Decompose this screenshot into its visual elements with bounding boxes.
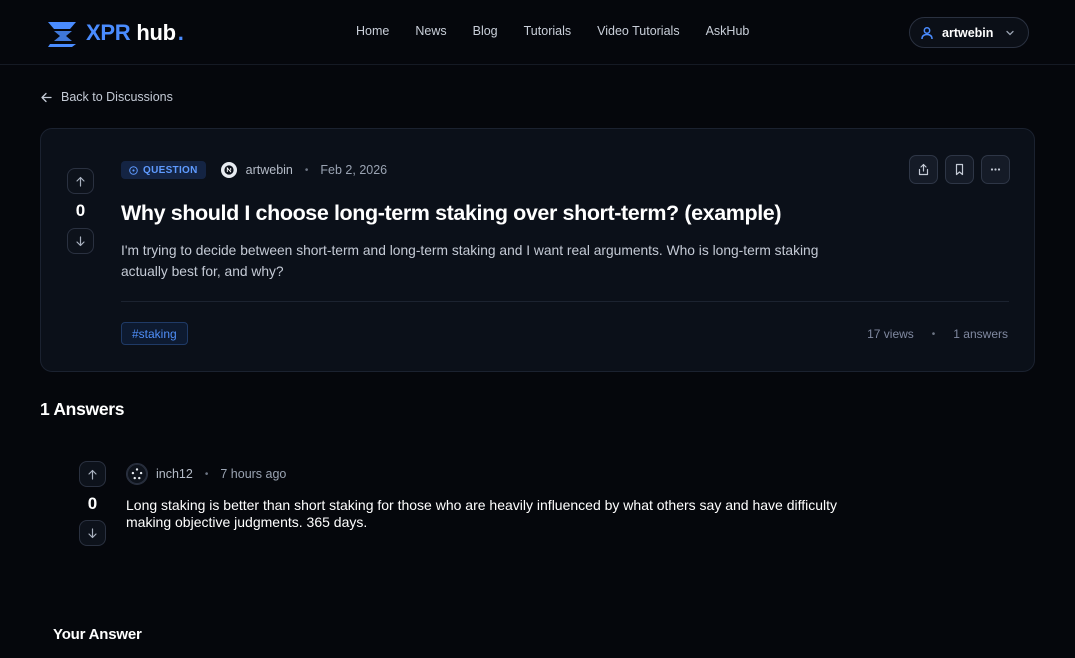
answer-body: Long staking is better than short stakin… — [126, 497, 838, 530]
question-vote-count: 0 — [75, 201, 86, 220]
back-link-label: Back to Discussions — [61, 90, 173, 104]
separator-dot: • — [304, 164, 309, 176]
more-options-button[interactable] — [981, 155, 1010, 184]
question-body: I'm trying to decide between short-term … — [121, 243, 819, 279]
nav-video-tutorials[interactable]: Video Tutorials — [597, 24, 679, 38]
nav-blog[interactable]: Blog — [473, 24, 498, 38]
question-author[interactable]: artwebin — [246, 163, 293, 177]
question-badge: QUESTION — [121, 161, 206, 179]
question-badge-label: QUESTION — [143, 164, 198, 176]
tag-staking[interactable]: #staking — [121, 322, 188, 345]
answer-upvote-button[interactable] — [79, 461, 106, 487]
logo-xpr: XPR — [86, 20, 131, 45]
question-meta: QUESTION artwebin • Feb 2, 2026 — [121, 161, 387, 179]
question-card: 0 QUESTION artwebin • Feb 2, 2026 Why sh… — [40, 128, 1035, 372]
question-date: Feb 2, 2026 — [320, 163, 388, 177]
answers-heading: 1 Answers — [40, 399, 125, 419]
more-icon — [990, 168, 1001, 171]
chevron-down-icon — [1006, 30, 1015, 35]
arrow-up-icon — [88, 469, 97, 480]
question-upvote-button[interactable] — [67, 168, 94, 194]
site-logo[interactable]: XPR hub . — [46, 18, 184, 48]
arrow-down-icon — [88, 527, 97, 538]
answer-meta: inch12 • 7 hours ago — [126, 463, 286, 485]
logo-icon — [48, 22, 76, 47]
user-icon — [921, 26, 933, 39]
separator-dot: • — [204, 468, 209, 480]
main-nav: Home News Blog Tutorials Video Tutorials… — [356, 24, 749, 38]
arrow-down-icon — [76, 235, 85, 246]
answer-time: 7 hours ago — [220, 467, 287, 481]
your-answer-heading: Your Answer — [53, 626, 142, 643]
answer-author[interactable]: inch12 — [156, 467, 193, 481]
avatar[interactable] — [126, 463, 148, 485]
bookmark-button[interactable] — [945, 155, 974, 184]
share-button[interactable] — [909, 155, 938, 184]
nav-tutorials[interactable]: Tutorials — [524, 24, 571, 38]
views-count: 17 views — [867, 327, 914, 341]
bookmark-icon — [955, 163, 964, 176]
logo-hub: hub — [136, 20, 176, 45]
user-menu-button[interactable]: artwebin — [909, 17, 1029, 48]
nav-askhub[interactable]: AskHub — [706, 24, 750, 38]
back-to-discussions-link[interactable]: Back to Discussions — [40, 90, 173, 104]
nav-news[interactable]: News — [415, 24, 446, 38]
answers-count: 1 answers — [953, 327, 1008, 341]
logo-dot: . — [177, 20, 184, 45]
question-circle-icon — [129, 165, 138, 175]
question-downvote-button[interactable] — [67, 228, 94, 254]
avatar[interactable] — [220, 162, 237, 178]
site-header: XPR hub . Home News Blog Tutorials Video… — [0, 0, 1075, 65]
question-stats: 17 views • 1 answers — [867, 327, 1008, 341]
next-logo-icon — [224, 165, 234, 175]
arrow-left-icon — [41, 92, 52, 102]
answer-vote-count: 0 — [87, 494, 98, 513]
question-title: Why should I choose long-term staking ov… — [121, 201, 782, 225]
divider — [121, 301, 1009, 302]
arrow-up-icon — [76, 176, 85, 187]
logo-text: XPR hub . — [86, 20, 184, 46]
answer-downvote-button[interactable] — [79, 520, 106, 546]
share-icon — [918, 163, 929, 176]
nav-home[interactable]: Home — [356, 24, 389, 38]
question-actions — [909, 155, 1010, 184]
username: artwebin — [942, 25, 994, 40]
separator-dot: • — [931, 328, 936, 340]
